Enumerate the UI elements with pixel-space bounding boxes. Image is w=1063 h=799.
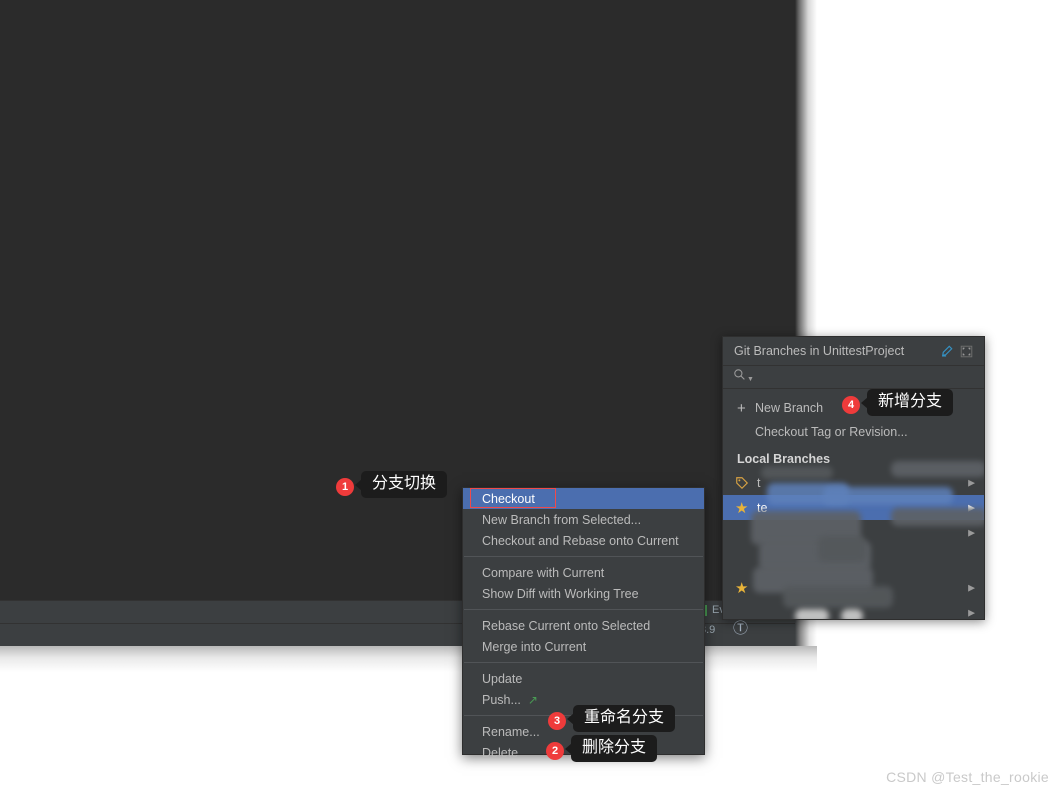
annotation-badge-4: 4 <box>842 396 860 414</box>
git-branches-popup[interactable]: Git Branches in UnittestProject ▼ + New … <box>722 336 985 620</box>
chevron-right-icon[interactable]: ▶ <box>968 477 975 488</box>
annotation-badge-1: 1 <box>336 478 354 496</box>
chevron-right-icon[interactable]: ▶ <box>968 582 975 593</box>
checkout-tag-label: Checkout Tag or Revision... <box>755 425 908 439</box>
search-icon <box>733 368 746 386</box>
list-item-label: t <box>757 475 761 490</box>
list-item-label: te <box>757 500 768 515</box>
menu-item-label: Delete <box>482 745 519 760</box>
list-item[interactable]: ▶ <box>723 520 984 545</box>
page-title: Git Branches in UnittestProject <box>734 344 905 358</box>
menu-separator <box>464 556 703 557</box>
annotation-badge-number: 1 <box>341 481 349 493</box>
annotation-badge-3: 3 <box>548 712 566 730</box>
list-item[interactable]: ★ ▶ <box>723 575 984 600</box>
list-item[interactable]: t ▶ <box>723 470 984 495</box>
menu-item-update[interactable]: Update <box>463 668 704 689</box>
annotation-tooltip-1: 分支切换 <box>361 471 448 498</box>
expand-icon[interactable] <box>956 342 976 360</box>
annotation-tooltip-label: 分支切换 <box>372 475 437 492</box>
menu-item-label: Checkout and Rebase onto Current <box>482 533 679 548</box>
chevron-right-icon[interactable]: ▶ <box>968 607 975 618</box>
checkout-highlight-outline <box>470 488 556 508</box>
menu-item-rebase-current-onto-selected[interactable]: Rebase Current onto Selected <box>463 615 704 636</box>
list-item[interactable] <box>723 545 984 575</box>
menu-separator <box>464 662 703 663</box>
menu-item-show-diff[interactable]: Show Diff with Working Tree <box>463 583 704 604</box>
git-branches-header: Git Branches in UnittestProject <box>723 337 984 366</box>
menu-item-checkout-and-rebase[interactable]: Checkout and Rebase onto Current <box>463 530 704 551</box>
annotation-badge-number: 2 <box>551 745 559 757</box>
git-branch-icon[interactable]: Ⓣ <box>733 621 748 636</box>
star-icon: ★ <box>735 579 749 597</box>
star-icon: ★ <box>735 499 749 517</box>
arrow-up-right-icon: ↗ <box>527 692 538 707</box>
menu-item-label: Update <box>482 671 523 686</box>
new-branch-label: New Branch <box>755 401 824 415</box>
local-branches-section-label: Local Branches <box>737 451 831 466</box>
tag-icon <box>735 476 757 490</box>
list-item[interactable]: ▶ <box>723 600 984 619</box>
annotation-badge-number: 3 <box>553 715 561 727</box>
menu-item-label: Rename... <box>482 724 540 739</box>
list-item[interactable]: ★ te ▶ <box>723 495 984 520</box>
annotation-tooltip-2: 删除分支 <box>571 735 658 762</box>
annotation-badge-2: 2 <box>546 742 564 760</box>
annotation-tooltip-3: 重命名分支 <box>573 705 676 732</box>
annotation-tooltip-label: 删除分支 <box>582 739 647 756</box>
menu-item-label: Push... <box>482 692 521 707</box>
annotation-tooltip-label: 重命名分支 <box>584 709 665 726</box>
menu-item-label: Show Diff with Working Tree <box>482 586 639 601</box>
menu-separator <box>464 609 703 610</box>
watermark: CSDN @Test_the_rookie <box>886 769 1049 785</box>
chevron-right-icon[interactable]: ▶ <box>968 502 975 513</box>
menu-item-new-branch-from-selected[interactable]: New Branch from Selected... <box>463 509 704 530</box>
chevron-right-icon[interactable]: ▶ <box>968 527 975 538</box>
annotation-badge-number: 4 <box>847 399 855 411</box>
menu-item-label: Compare with Current <box>482 565 605 580</box>
menu-item-label: Merge into Current <box>482 639 587 654</box>
branch-list[interactable]: + New Branch Checkout Tag or Revision...… <box>723 396 984 619</box>
menu-item-compare-with-current[interactable]: Compare with Current <box>463 562 704 583</box>
checkout-tag-or-revision-item[interactable]: Checkout Tag or Revision... <box>723 420 984 444</box>
annotation-tooltip-label: 新增分支 <box>878 393 943 410</box>
annotation-tooltip-4: 新增分支 <box>867 389 954 416</box>
pencil-edit-icon[interactable] <box>936 342 956 360</box>
menu-item-merge-into-current[interactable]: Merge into Current <box>463 636 704 657</box>
plus-icon: + <box>737 399 746 417</box>
search-input[interactable]: ▼ <box>723 366 984 389</box>
menu-item-label: New Branch from Selected... <box>482 512 642 527</box>
chevron-down-icon[interactable]: ▼ <box>747 376 754 383</box>
menu-item-label: Rebase Current onto Selected <box>482 618 651 633</box>
